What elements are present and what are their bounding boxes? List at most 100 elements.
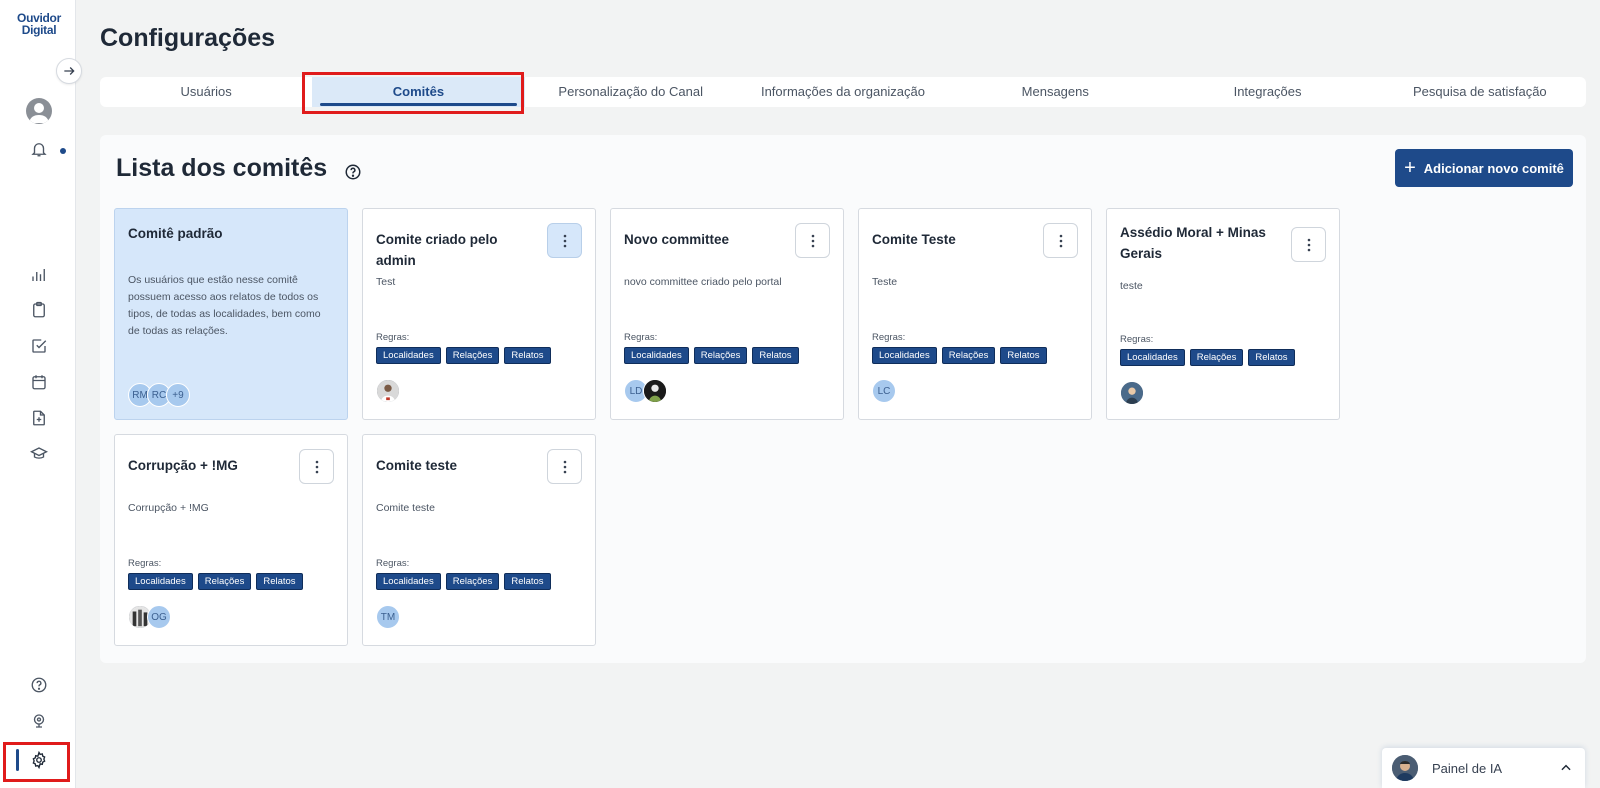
- more-options-button[interactable]: [795, 223, 830, 258]
- rule-chip: Localidades: [872, 347, 937, 364]
- committee-title: Comite criado pelo admin: [376, 232, 498, 268]
- rule-chip: Relatos: [1000, 347, 1047, 364]
- chart-icon[interactable]: [27, 263, 51, 287]
- rule-chip: Relações: [445, 347, 500, 364]
- file-plus-icon[interactable]: [27, 406, 51, 430]
- ai-panel-toggle[interactable]: Painel de IA: [1382, 748, 1585, 788]
- rule-chips: Localidades Relações Relatos: [376, 573, 551, 590]
- rule-chip: Localidades: [376, 573, 441, 590]
- committee-description: Test: [376, 276, 396, 288]
- rule-chip: Relatos: [256, 573, 303, 590]
- member-avatar: OG: [147, 605, 171, 629]
- notification-dot: [60, 148, 66, 154]
- more-options-button[interactable]: [1291, 227, 1326, 262]
- committee-description: teste: [1120, 280, 1143, 292]
- committee-description: Comite teste: [376, 502, 435, 514]
- member-photo-avatar: [643, 379, 667, 403]
- rule-chip: Relações: [1189, 349, 1244, 366]
- rule-chips: Localidades Relações Relatos: [872, 347, 1047, 364]
- committee-members: [1120, 381, 1144, 405]
- rule-chips: Localidades Relações Relatos: [1120, 349, 1295, 366]
- graduation-cap-icon[interactable]: [27, 442, 51, 466]
- committee-members: TM: [376, 605, 400, 629]
- committee-description: Corrupção + !MG: [128, 502, 209, 514]
- committees-list-title: Lista dos comitês: [116, 154, 328, 182]
- committee-card[interactable]: Comite Teste Teste Regras: Localidades R…: [858, 208, 1092, 420]
- rule-chip: Relações: [693, 347, 748, 364]
- settings-tabs: Usuários Comitês Personalização do Canal…: [100, 77, 1586, 107]
- committee-members: [376, 379, 400, 403]
- tab-usuarios[interactable]: Usuários: [100, 77, 312, 107]
- rule-chip: Relações: [941, 347, 996, 364]
- committee-card[interactable]: Assédio Moral + Minas Gerais teste Regra…: [1106, 208, 1340, 420]
- plus-icon: +: [1404, 157, 1416, 179]
- more-options-button[interactable]: [547, 223, 582, 258]
- rule-chip: Relações: [445, 573, 500, 590]
- rules-label: Regras:: [624, 332, 658, 343]
- member-avatar: TM: [376, 605, 400, 629]
- user-avatar[interactable]: [26, 98, 52, 124]
- tab-integracoes[interactable]: Integrações: [1161, 77, 1373, 107]
- more-options-button[interactable]: [547, 449, 582, 484]
- add-committee-button[interactable]: + Adicionar novo comitê: [1395, 149, 1573, 187]
- member-photo-avatar: [1120, 381, 1144, 405]
- member-avatar: LC: [872, 379, 896, 403]
- committee-members: RM RC +9: [128, 383, 190, 407]
- committee-card[interactable]: Corrupção + !MG Corrupção + !MG Regras: …: [114, 434, 348, 646]
- committee-members: OG: [128, 605, 171, 629]
- committee-card[interactable]: Novo committee novo committee criado pel…: [610, 208, 844, 420]
- tab-pesquisa-satisfacao[interactable]: Pesquisa de satisfação: [1374, 77, 1586, 107]
- committee-members: LD: [624, 379, 667, 403]
- question-icon[interactable]: [344, 163, 362, 181]
- rule-chip: Localidades: [624, 347, 689, 364]
- tab-mensagens[interactable]: Mensagens: [949, 77, 1161, 107]
- checkbox-icon[interactable]: [27, 334, 51, 358]
- committee-members: LC: [872, 379, 896, 403]
- tab-informacoes-organizacao[interactable]: Informações da organização: [737, 77, 949, 107]
- bell-icon[interactable]: [27, 137, 51, 161]
- rule-chips: Localidades Relações Relatos: [376, 347, 551, 364]
- sidebar: Ouvidor Digital: [0, 0, 76, 788]
- webcam-icon[interactable]: [27, 709, 51, 733]
- committee-description: Teste: [872, 276, 898, 288]
- committee-title: Novo committee: [624, 232, 730, 247]
- page-title: Configurações: [100, 24, 276, 52]
- member-count-badge: +9: [166, 383, 190, 407]
- rules-label: Regras:: [128, 558, 162, 569]
- committee-title: Assédio Moral + Minas Gerais: [1120, 225, 1266, 261]
- rule-chip: Localidades: [376, 347, 441, 364]
- rule-chip: Relatos: [1248, 349, 1295, 366]
- more-options-button[interactable]: [1043, 223, 1078, 258]
- rule-chip: Relatos: [752, 347, 799, 364]
- app-logo[interactable]: Ouvidor Digital: [14, 12, 64, 36]
- committee-card[interactable]: Comite criado pelo admin Test Regras: Lo…: [362, 208, 596, 420]
- committee-card-default[interactable]: Comitê padrão Os usuários que estão ness…: [114, 208, 348, 420]
- help-circle-icon[interactable]: [27, 673, 51, 697]
- rules-label: Regras:: [1120, 334, 1154, 345]
- member-photo-avatar: [376, 379, 400, 403]
- rule-chips: Localidades Relações Relatos: [128, 573, 303, 590]
- rules-label: Regras:: [872, 332, 906, 343]
- rule-chip: Relatos: [504, 347, 551, 364]
- committee-description: Os usuários que estão nesse comitê possu…: [128, 274, 321, 337]
- more-options-button[interactable]: [299, 449, 334, 484]
- expand-sidebar-button[interactable]: [56, 58, 82, 84]
- tab-personalizacao-canal[interactable]: Personalização do Canal: [525, 77, 737, 107]
- chevron-up-icon: [1561, 764, 1571, 771]
- committee-title: Comite teste: [376, 458, 458, 473]
- rule-chip: Localidades: [128, 573, 193, 590]
- committee-title: Comitê padrão: [128, 226, 223, 241]
- calendar-icon[interactable]: [27, 370, 51, 394]
- rule-chip: Relações: [197, 573, 252, 590]
- committee-title: Comite Teste: [872, 232, 956, 247]
- committee-description: novo committee criado pelo portal: [624, 276, 782, 288]
- rules-label: Regras:: [376, 558, 410, 569]
- ai-assistant-avatar: [1392, 755, 1418, 781]
- clipboard-icon[interactable]: [27, 298, 51, 322]
- committee-card[interactable]: Comite teste Comite teste Regras: Locali…: [362, 434, 596, 646]
- tab-comites[interactable]: Comitês: [312, 77, 525, 107]
- rule-chips: Localidades Relações Relatos: [624, 347, 799, 364]
- settings-highlight: [3, 742, 70, 782]
- ai-panel-label: Painel de IA: [1432, 760, 1503, 776]
- rule-chip: Relatos: [504, 573, 551, 590]
